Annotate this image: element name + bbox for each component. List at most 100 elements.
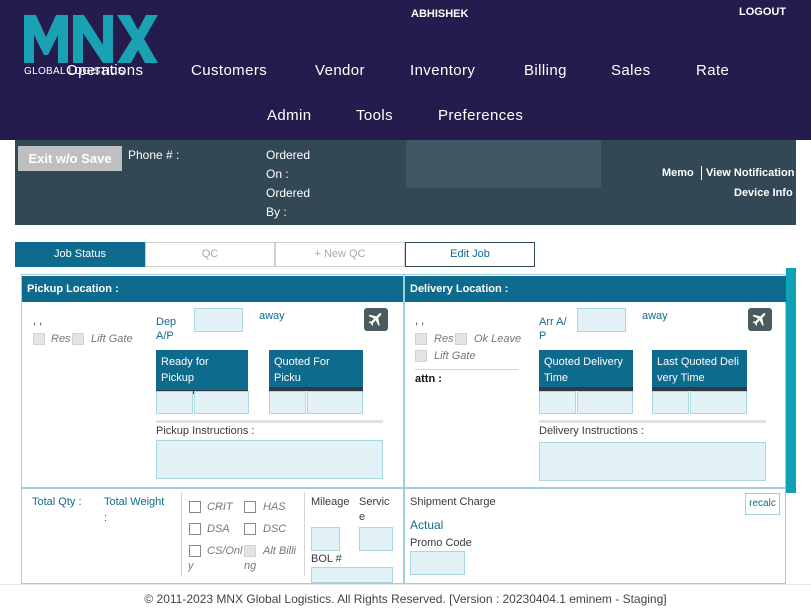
nav-admin[interactable]: Admin: [267, 107, 312, 124]
has-checkbox[interactable]: [244, 501, 256, 513]
cs-only-label-line1: CS/Onl: [207, 545, 243, 557]
dsa-label: DSA: [207, 523, 230, 535]
quoted-pickup-time-input[interactable]: [307, 391, 363, 414]
alt-billing-label-line1: Alt Billi: [263, 545, 297, 557]
delivery-away-label: away: [642, 310, 668, 322]
pickup-instructions-label: Pickup Instructions :: [156, 425, 255, 437]
nav-rate[interactable]: Rate: [696, 62, 729, 79]
tab-qc[interactable]: QC: [145, 242, 275, 267]
alt-billing-label-line2: ng: [244, 560, 257, 572]
quoted-delivery-time-input[interactable]: [577, 391, 633, 414]
delivery-flight-button[interactable]: [748, 308, 772, 331]
view-notification-link[interactable]: View Notification: [706, 167, 794, 179]
recalc-button[interactable]: recalc: [745, 493, 780, 515]
pickup-res-label: Res: [51, 333, 71, 345]
dep-ap-input[interactable]: [194, 308, 243, 332]
ready-pickup-time-input[interactable]: [194, 391, 249, 414]
memo-link[interactable]: Memo: [662, 167, 694, 179]
delivery-liftgate-checkbox[interactable]: [415, 350, 427, 362]
nav-vendor[interactable]: Vendor: [315, 62, 365, 79]
alt-billing-checkbox[interactable]: [244, 545, 256, 557]
attn-label: attn :: [415, 373, 442, 385]
pickup-liftgate-label: Lift Gate: [91, 333, 133, 345]
mileage-input[interactable]: [311, 527, 340, 551]
bottom-vertical-divider: [181, 492, 182, 576]
arr-ap-label-line1: Arr A/: [539, 316, 567, 328]
last-quoted-line1: Last Quoted Deli: [657, 356, 739, 368]
service-input[interactable]: [359, 527, 393, 551]
delivery-divider: [539, 420, 766, 423]
promo-code-input[interactable]: [410, 551, 465, 575]
delivery-liftgate-label: Lift Gate: [434, 350, 476, 362]
pickup-away-label: away: [259, 310, 285, 322]
dep-ap-label-line2: A/P: [156, 330, 174, 342]
pickup-res-checkbox[interactable]: [33, 333, 45, 345]
total-qty-label: Total Qty :: [32, 496, 82, 508]
delivery-location-header: Delivery Location :: [405, 276, 786, 302]
mnx-logo[interactable]: [24, 15, 158, 63]
bol-label: BOL #: [311, 553, 342, 565]
cs-only-checkbox[interactable]: [189, 545, 201, 557]
copyright-footer: © 2011-2023 MNX Global Logistics. All Ri…: [0, 584, 811, 612]
pickup-address: , ,: [33, 315, 43, 327]
service-label-line1: Servic: [359, 496, 390, 508]
dsc-label: DSC: [263, 523, 287, 535]
bol-input[interactable]: [311, 567, 393, 583]
ordered-by-label-line2: By :: [266, 205, 287, 219]
nav-preferences[interactable]: Preferences: [438, 107, 523, 124]
mileage-divider: [304, 492, 305, 576]
pickup-instructions-input[interactable]: [156, 440, 383, 479]
quoted-for-pickup-button[interactable]: Quoted For Picku p: [269, 350, 363, 400]
pickup-liftgate-checkbox[interactable]: [72, 333, 84, 345]
plane-icon: [368, 313, 382, 326]
quoted-delivery-date-input[interactable]: [539, 391, 576, 414]
total-weight-label-line2: :: [104, 512, 108, 524]
last-quoted-date-input[interactable]: [652, 391, 689, 414]
quoted-pickup-date-input[interactable]: [269, 391, 306, 414]
logout-link[interactable]: LOGOUT: [739, 6, 786, 18]
dsc-checkbox[interactable]: [244, 523, 256, 535]
tab-new-qc[interactable]: + New QC: [275, 242, 405, 267]
last-quoted-delivery-time-button[interactable]: Last Quoted Deli very Time: [652, 350, 747, 391]
delivery-res-label: Res: [434, 333, 454, 345]
nav-tools[interactable]: Tools: [356, 107, 393, 124]
nav-billing[interactable]: Billing: [524, 62, 567, 79]
arr-ap-input[interactable]: [577, 308, 626, 332]
exit-without-save-button[interactable]: Exit w/o Save: [18, 146, 122, 171]
dsa-checkbox[interactable]: [189, 523, 201, 535]
pickup-flight-button[interactable]: [364, 308, 388, 331]
quoted-delivery-time-button[interactable]: Quoted Delivery Time: [539, 350, 633, 391]
phone-label: Phone # :: [128, 148, 180, 162]
crit-checkbox[interactable]: [189, 501, 201, 513]
link-separator: [701, 166, 702, 180]
ready-pickup-date-input[interactable]: [156, 391, 193, 414]
tab-edit-job[interactable]: Edit Job: [405, 242, 535, 267]
has-label: HAS: [263, 501, 286, 513]
promo-code-label: Promo Code: [410, 537, 472, 549]
shipment-charge-label: Shipment Charge: [410, 496, 496, 508]
pickup-divider: [156, 420, 383, 423]
quoted-delivery-line1: Quoted Delivery: [544, 356, 623, 368]
delivery-instructions-input[interactable]: [539, 442, 766, 481]
total-weight-label-line1: Total Weight: [104, 496, 165, 508]
pickup-location-header: Pickup Location :: [22, 276, 403, 302]
ready-for-pickup-button[interactable]: Ready for Pickup: [156, 350, 248, 394]
delivery-okleave-checkbox[interactable]: [455, 333, 467, 345]
dep-ap-label-line1: Dep: [156, 316, 177, 328]
attn-divider: [415, 369, 519, 370]
nav-inventory[interactable]: Inventory: [410, 62, 475, 79]
last-quoted-time-input[interactable]: [690, 391, 747, 414]
delivery-address: , ,: [415, 315, 425, 327]
nav-customers[interactable]: Customers: [191, 62, 267, 79]
panel-scrollbar[interactable]: [786, 268, 796, 493]
last-quoted-line2: very Time: [657, 372, 705, 384]
nav-sales[interactable]: Sales: [611, 62, 651, 79]
ordered-on-label-line2: On :: [266, 167, 289, 181]
info-display-box: [406, 140, 601, 188]
device-info-link[interactable]: Device Info: [734, 187, 793, 199]
crit-label: CRIT: [207, 501, 233, 513]
delivery-res-checkbox[interactable]: [415, 333, 427, 345]
mileage-label: Mileage: [311, 496, 350, 508]
nav-operations[interactable]: Operations: [66, 62, 143, 79]
tab-job-status[interactable]: Job Status: [15, 242, 145, 267]
